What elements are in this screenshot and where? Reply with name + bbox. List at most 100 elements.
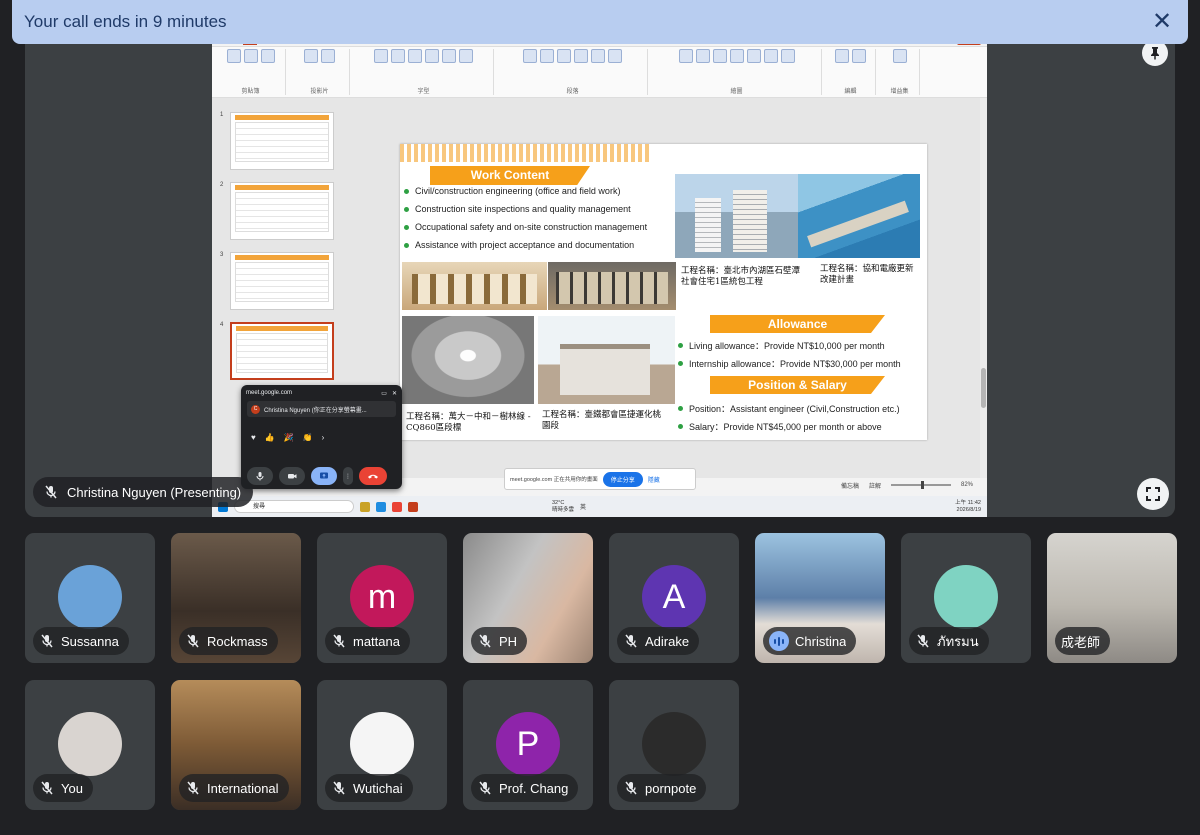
slide-thumbnail[interactable] (230, 322, 334, 380)
ribbon-tool-icon[interactable] (523, 49, 537, 63)
weather-temp: 32°C (552, 499, 565, 506)
participant-tile[interactable]: ภัทรมน (901, 533, 1031, 663)
ribbon-tool-icon[interactable] (591, 49, 605, 63)
participant-tile[interactable]: Rockmass (171, 533, 301, 663)
ribbon-tool-icon[interactable] (304, 49, 318, 63)
participant-tile[interactable]: PH (463, 533, 593, 663)
mini-close-icon[interactable]: ✕ (392, 390, 397, 397)
mic-off-icon (41, 781, 53, 795)
ribbon-tool-icon[interactable] (425, 49, 439, 63)
participant-tile[interactable]: You (25, 680, 155, 810)
ribbon-tool-icon[interactable] (540, 49, 554, 63)
slide-bullet: Position：Assistant engineer (Civil,Const… (678, 402, 900, 415)
ribbon-tool-icon[interactable] (763, 49, 778, 63)
ribbon-tool-icon[interactable] (260, 49, 275, 63)
mic-off-icon (917, 634, 929, 648)
mini-titlebar: meet.google.com ▭ ✕ (241, 385, 402, 401)
bullet-dot-icon (404, 224, 409, 230)
slide-bullet: Assistance with project acceptance and d… (404, 240, 634, 250)
slide-number: 1 (220, 112, 224, 118)
mini-avatar: C (251, 404, 260, 414)
ribbon-tool-icon[interactable] (408, 49, 422, 63)
thumbs-up-reaction-icon[interactable]: 👍 (265, 433, 275, 442)
slide-bullet-text: Living allowance：Provide NT$10,000 per m… (689, 341, 885, 351)
zoom-level[interactable]: 82% (961, 482, 973, 488)
more-reactions-icon[interactable]: › (322, 433, 325, 442)
mini-presenter-row: C Christina Nguyen (你正在分享螢幕畫... (247, 401, 396, 417)
slide-bullet: Internship allowance：Provide NT$30,000 p… (678, 357, 901, 370)
ppt-scroll-thumb[interactable] (981, 368, 986, 408)
participant-tile[interactable]: Christina (755, 533, 885, 663)
ribbon-group-label: 投影片 (310, 89, 329, 95)
ribbon-tool-icon[interactable] (892, 49, 907, 63)
file-explorer-icon[interactable] (360, 501, 370, 512)
heart-reaction-icon[interactable]: ♥ (251, 433, 256, 442)
hang-up-icon (368, 474, 378, 479)
party-reaction-icon[interactable]: 🎉 (284, 433, 294, 442)
ribbon-tool-icon[interactable] (712, 49, 727, 63)
zoom-slider[interactable] (890, 481, 951, 489)
mini-leave-call-button[interactable] (359, 467, 387, 485)
fullscreen-button[interactable] (1137, 478, 1169, 510)
participant-name-pill: Christina (763, 627, 857, 655)
participant-avatar (58, 712, 122, 776)
participant-tile[interactable]: Sussanna (25, 533, 155, 663)
participant-tile[interactable]: pornpote (609, 680, 739, 810)
ribbon-tool-icon[interactable] (835, 49, 849, 63)
participant-tile[interactable]: A Adirake (609, 533, 739, 663)
comments-button[interactable]: 註解 (869, 481, 881, 490)
participant-avatar (642, 712, 706, 776)
mini-more-button[interactable]: ⋮ (343, 467, 353, 485)
ppt-ribbon: 剪貼簿 投影片 字型 段落 繪圖 編輯 增益集 (212, 46, 987, 98)
clap-reaction-icon[interactable]: 👏 (303, 433, 313, 442)
participant-tile[interactable]: P Prof. Chang (463, 680, 593, 810)
mic-off-icon (479, 781, 491, 795)
bullet-dot-icon (678, 361, 683, 366)
chrome-icon[interactable] (392, 501, 402, 512)
input-language[interactable]: 英 (580, 502, 586, 511)
ribbon-tool-icon[interactable] (459, 49, 473, 63)
ribbon-tool-icon[interactable] (557, 49, 571, 63)
edge-icon[interactable] (376, 501, 386, 512)
ribbon-tool-icon[interactable] (678, 49, 693, 63)
slide-thumbnail[interactable] (230, 182, 334, 240)
close-icon[interactable]: ✕ (1148, 8, 1176, 36)
ribbon-tool-icon[interactable] (321, 49, 335, 63)
slide-bullet: Salary：Provide NT$45,000 per month or ab… (678, 420, 882, 433)
ribbon-tool-icon[interactable] (852, 49, 866, 63)
ribbon-group-label: 字型 (417, 89, 430, 95)
ribbon-tool-icon[interactable] (608, 49, 622, 63)
ribbon-group: 編輯 (826, 49, 876, 95)
ribbon-tool-icon[interactable] (374, 49, 388, 63)
stop-sharing-button[interactable]: 停止分享 (602, 471, 643, 487)
ribbon-tool-icon[interactable] (695, 49, 710, 63)
mini-camera-button[interactable] (279, 467, 305, 485)
participant-tile[interactable]: International (171, 680, 301, 810)
caption-housing: 工程名稱：臺北市內湖區石壁潭社會住宅1區統包工程 (681, 266, 801, 287)
participant-name: mattana (353, 633, 400, 649)
mini-present-button[interactable] (311, 467, 337, 485)
notes-button[interactable]: 備忘稿 (841, 481, 859, 490)
ribbon-tool-icon[interactable] (729, 49, 744, 63)
ribbon-tool-icon[interactable] (746, 49, 761, 63)
participant-name-pill: pornpote (617, 774, 707, 802)
current-slide: Work Content Civil/construction engineer… (400, 144, 927, 440)
ribbon-tool-icon[interactable] (574, 49, 588, 63)
slide-thumbnail[interactable] (230, 112, 334, 170)
ribbon-tool-icon[interactable] (226, 49, 241, 63)
participant-tile[interactable]: 成老師 (1047, 533, 1177, 663)
participant-tile[interactable]: m mattana (317, 533, 447, 663)
ribbon-tool-icon[interactable] (780, 49, 795, 63)
ribbon-tool-icon[interactable] (243, 49, 258, 63)
powerpoint-taskbar-icon[interactable] (408, 501, 418, 512)
ppt-vertical-scrollbar[interactable] (980, 98, 987, 488)
slide-thumbnail[interactable] (230, 252, 334, 310)
mini-mic-button[interactable] (247, 467, 273, 485)
hide-sharing-bar-link[interactable]: 隱藏 (648, 475, 660, 484)
mini-controls: ⋮ (247, 467, 387, 485)
participant-tile[interactable]: Wutichai (317, 680, 447, 810)
ribbon-tool-icon[interactable] (442, 49, 456, 63)
mini-popout-icon[interactable]: ▭ (381, 390, 387, 397)
taskbar-search[interactable]: 搜尋 (234, 500, 354, 513)
ribbon-tool-icon[interactable] (391, 49, 405, 63)
